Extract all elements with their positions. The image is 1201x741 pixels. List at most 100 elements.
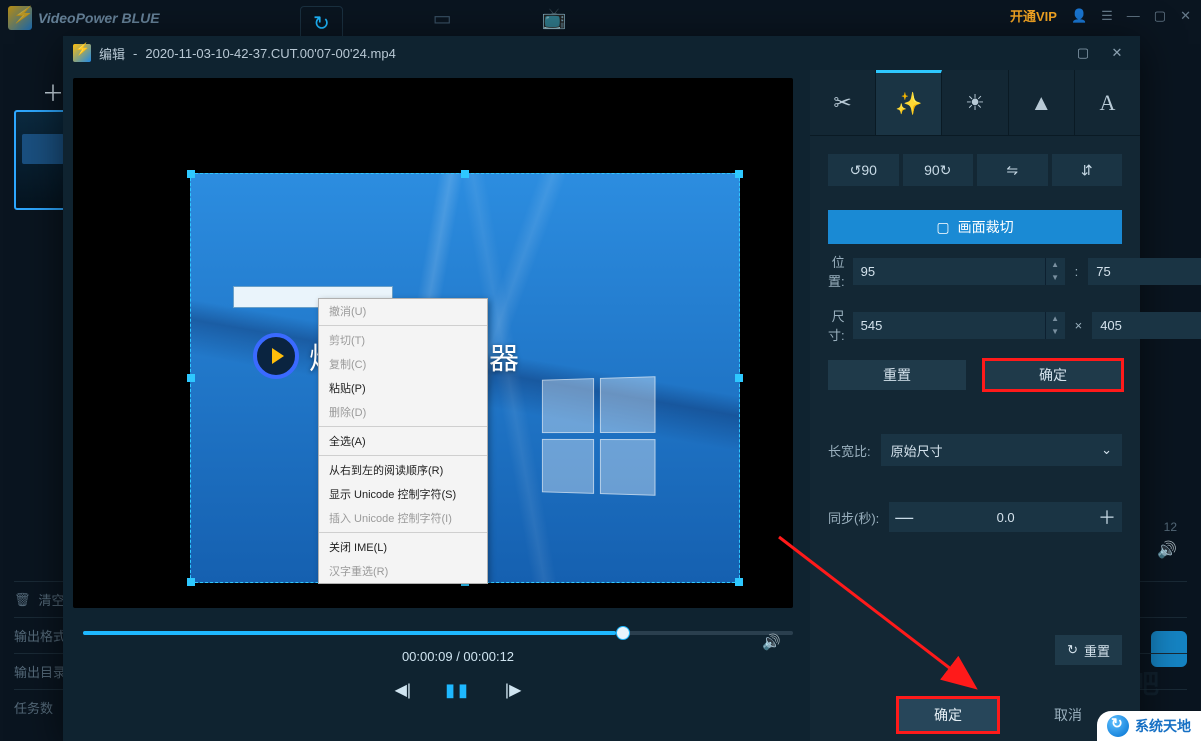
size-h-input[interactable] xyxy=(1092,312,1201,339)
editor-title-prefix: 编辑 xyxy=(99,44,125,63)
crop-ok-button[interactable]: 确定 xyxy=(984,360,1122,390)
ctx-delete[interactable]: 删除(D) xyxy=(319,400,487,424)
tab-adjust[interactable]: ☀ xyxy=(942,70,1008,135)
crop-handle-br[interactable] xyxy=(735,578,743,586)
video-preview[interactable]: ↖ 烁光视频转换器 撤消(U) 剪切(T) 复制(C) 粘贴(P) 删除(D) … xyxy=(73,78,793,608)
pause-button[interactable]: ▮▮ xyxy=(445,680,471,701)
editor-title-sep: - xyxy=(133,46,137,61)
sync-value: 0.0 xyxy=(919,510,1092,525)
crop-header-text: 画面裁切 xyxy=(958,217,1014,237)
right-meta: 12 🔊 xyxy=(1157,520,1201,560)
row-position: 位置: ▲▼ : ▲▼ xyxy=(810,244,1140,298)
site-badge[interactable]: 系统天地 xyxy=(1097,711,1201,741)
editor-maximize-icon[interactable]: ▢ xyxy=(1070,40,1096,66)
size-h-box[interactable]: ▲▼ xyxy=(1092,312,1201,339)
size-w-input[interactable] xyxy=(853,312,1045,339)
close-icon[interactable]: ✕ xyxy=(1180,8,1191,24)
volume-icon[interactable]: 🔊 xyxy=(762,633,781,651)
seek-thumb[interactable] xyxy=(616,626,630,640)
ctx-copy[interactable]: 复制(C) xyxy=(319,352,487,376)
badge-text: 系统天地 xyxy=(1135,716,1191,736)
prev-frame-button[interactable]: ◀| xyxy=(395,680,411,701)
time-total: 00:00:12 xyxy=(463,649,514,664)
time-display: 00:00:09 / 00:00:12 xyxy=(73,649,843,664)
panel-reset-button[interactable]: ↻重置 xyxy=(1055,635,1122,665)
crop-handle-tr[interactable] xyxy=(735,170,743,178)
size-w-up[interactable]: ▲ xyxy=(1046,312,1065,326)
tab-subtitle[interactable]: A xyxy=(1075,70,1140,135)
tab-trim[interactable]: ✂ xyxy=(810,70,876,135)
footer-ok-button[interactable]: 确定 xyxy=(898,698,998,732)
crop-handle-mr[interactable] xyxy=(735,374,743,382)
app-title-text: VideoPower BLUE xyxy=(38,10,160,26)
size-w-down[interactable]: ▼ xyxy=(1046,325,1065,339)
editor-titlebar[interactable]: 编辑 - 2020-11-03-10-42-37.CUT.00'07-00'24… xyxy=(63,36,1140,70)
pos-x-up[interactable]: ▲ xyxy=(1046,258,1065,272)
flip-horizontal-button[interactable]: ⇋ xyxy=(977,154,1048,186)
size-label: 尺寸: xyxy=(828,306,845,344)
size-w-box[interactable]: ▲▼ xyxy=(853,312,1065,339)
tab-effects[interactable]: ✨ xyxy=(876,70,942,135)
seek-track[interactable]: 🔊 xyxy=(83,631,793,635)
ctx-insert-unicode[interactable]: 插入 Unicode 控制字符(I) xyxy=(319,506,487,530)
editor-close-icon[interactable]: ✕ xyxy=(1104,40,1130,66)
watermark-play-icon xyxy=(253,333,299,379)
position-label: 位置: xyxy=(828,252,845,290)
edit-panel: ✂ ✨ ☀ ▲ A ↺90 90↻ ⇋ ⇵ ▢ 画面裁切 位置: ▲▼ : ▲▼ xyxy=(810,70,1140,741)
rotate-cw-button[interactable]: 90↻ xyxy=(903,154,974,186)
add-file-button[interactable]: ＋ xyxy=(42,76,64,108)
pos-x-down[interactable]: ▼ xyxy=(1046,271,1065,285)
maximize-icon[interactable]: ▢ xyxy=(1154,8,1166,24)
crop-icon: ▢ xyxy=(936,219,949,236)
editor-logo-icon xyxy=(73,44,91,62)
sync-minus-button[interactable]: — xyxy=(889,507,919,528)
minimize-icon[interactable]: — xyxy=(1127,8,1140,23)
crop-reset-button[interactable]: 重置 xyxy=(828,360,966,390)
transform-toolbar: ↺90 90↻ ⇋ ⇵ xyxy=(810,136,1140,192)
crop-handle-bl[interactable] xyxy=(187,578,195,586)
clip-duration-hint: 12 xyxy=(1157,520,1177,534)
ctx-rtl[interactable]: 从右到左的阅读顺序(R) xyxy=(319,458,487,482)
editor-footer: 确定 取消 xyxy=(810,689,1140,741)
flip-vertical-button[interactable]: ⇵ xyxy=(1052,154,1123,186)
user-icon[interactable]: 👤 xyxy=(1071,8,1087,24)
chevron-down-icon: ⌄ xyxy=(1101,442,1112,458)
pos-x-input[interactable] xyxy=(853,258,1045,285)
crop-handle-tl[interactable] xyxy=(187,170,195,178)
trash-icon[interactable]: 🗑 xyxy=(14,592,31,608)
ctx-show-unicode[interactable]: 显示 Unicode 控制字符(S) xyxy=(319,482,487,506)
size-sep: × xyxy=(1073,318,1085,333)
edit-tabs: ✂ ✨ ☀ ▲ A xyxy=(810,70,1140,136)
app-title-bar: VideoPower BLUE xyxy=(8,6,160,30)
app-logo-icon xyxy=(8,6,32,30)
crop-handle-ml[interactable] xyxy=(187,374,195,382)
editor-filename: 2020-11-03-10-42-37.CUT.00'07-00'24.mp4 xyxy=(145,46,395,61)
aspect-select[interactable]: 原始尺寸 ⌄ xyxy=(881,434,1122,466)
clear-list-label[interactable]: 清空 xyxy=(39,590,65,609)
aspect-label: 长宽比: xyxy=(828,441,871,460)
row-size: 尺寸: ▲▼ × ▲▼ xyxy=(810,298,1140,352)
pos-sep: : xyxy=(1073,264,1081,279)
tab-watermark[interactable]: ▲ xyxy=(1009,70,1075,135)
pos-x-box[interactable]: ▲▼ xyxy=(853,258,1065,285)
pos-y-box[interactable]: ▲▼ xyxy=(1088,258,1201,285)
ctx-reconvert[interactable]: 汉字重选(R) xyxy=(319,559,487,583)
ctx-select-all[interactable]: 全选(A) xyxy=(319,429,487,453)
sync-stepper[interactable]: — 0.0 ＋ xyxy=(889,502,1122,532)
pos-y-input[interactable] xyxy=(1088,258,1201,285)
ctx-undo[interactable]: 撤消(U) xyxy=(319,299,487,323)
crop-handle-tm[interactable] xyxy=(461,170,469,178)
row-sync: 同步(秒): — 0.0 ＋ xyxy=(810,502,1140,532)
rotate-ccw-button[interactable]: ↺90 xyxy=(828,154,899,186)
ctx-cut[interactable]: 剪切(T) xyxy=(319,328,487,352)
window-controls: 开通VIP 👤 ☰ — ▢ ✕ xyxy=(1010,6,1191,25)
ctx-paste[interactable]: 粘贴(P) xyxy=(319,376,487,400)
ctx-close-ime[interactable]: 关闭 IME(L) xyxy=(319,535,487,559)
sync-label: 同步(秒): xyxy=(828,508,879,527)
vip-link[interactable]: 开通VIP xyxy=(1010,6,1057,25)
volume-icon[interactable]: 🔊 xyxy=(1157,540,1177,560)
menu-icon[interactable]: ☰ xyxy=(1101,8,1113,24)
sync-plus-button[interactable]: ＋ xyxy=(1092,504,1122,530)
next-frame-button[interactable]: |▶ xyxy=(505,680,521,701)
context-menu[interactable]: 撤消(U) 剪切(T) 复制(C) 粘贴(P) 删除(D) 全选(A) 从右到左… xyxy=(318,298,488,584)
